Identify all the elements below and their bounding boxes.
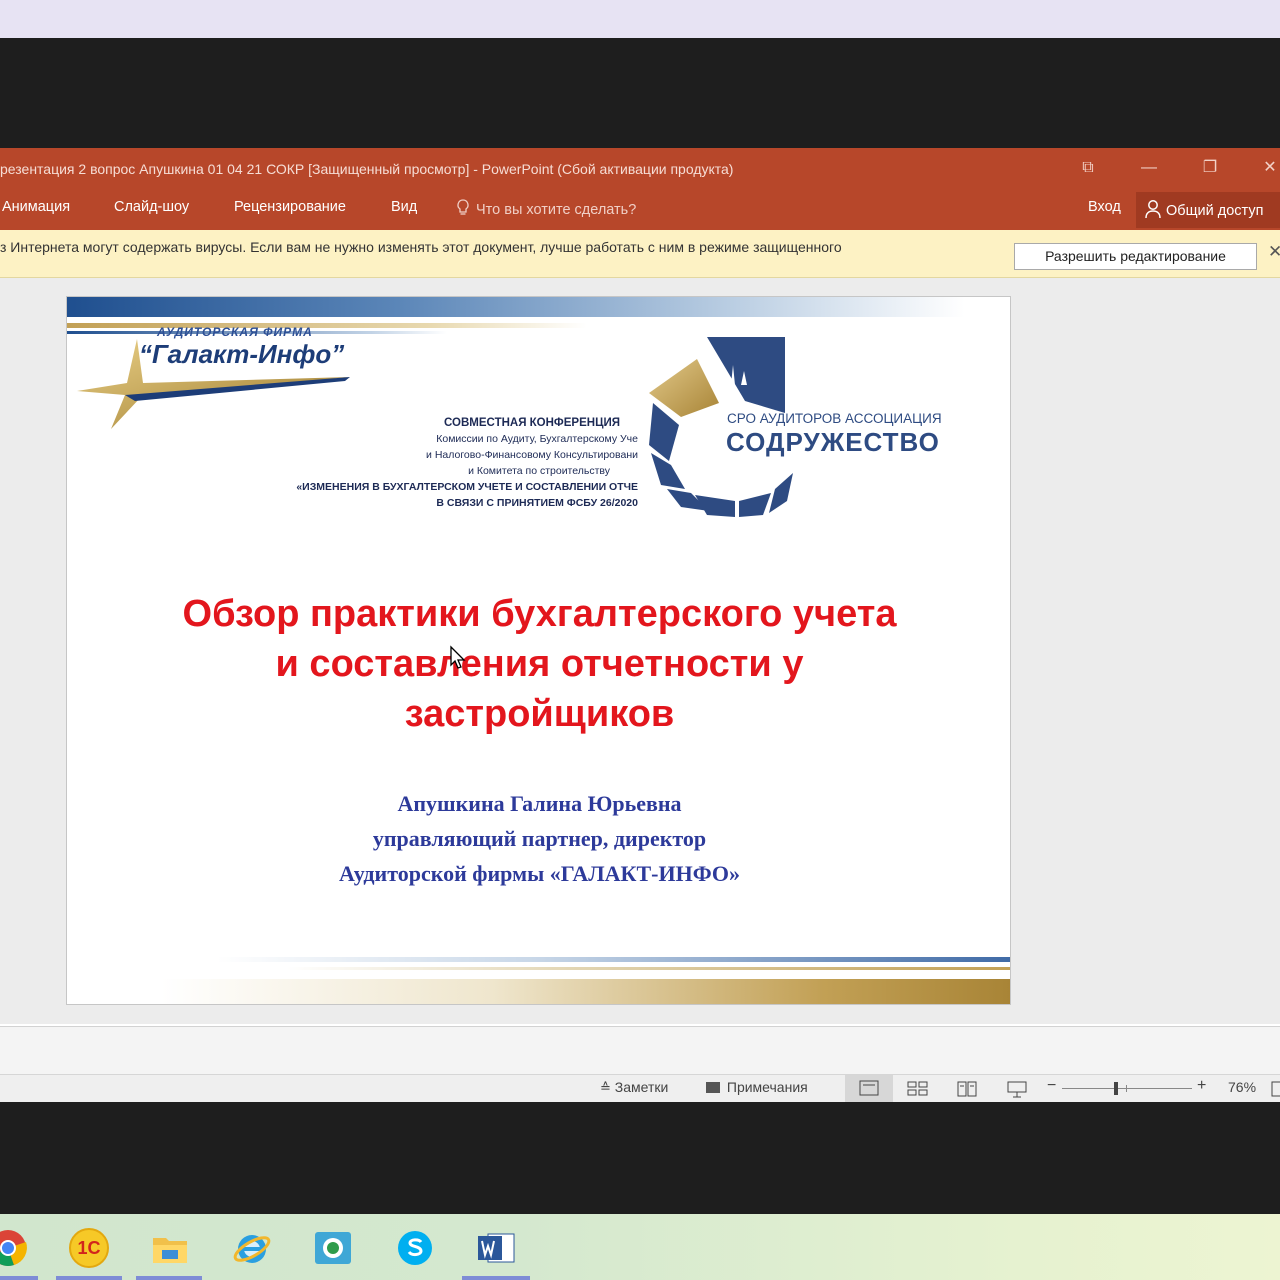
comment-icon — [706, 1082, 720, 1093]
slideshow-icon[interactable] — [1005, 1079, 1029, 1099]
minimize-button[interactable]: — — [1129, 154, 1169, 182]
zoom-slider[interactable] — [1062, 1082, 1192, 1095]
tell-me-placeholder: Что вы хотите сделать? — [476, 202, 637, 218]
share-label: Общий доступ — [1166, 203, 1264, 219]
tab-review[interactable]: Рецензирование — [234, 199, 346, 215]
word-icon[interactable] — [476, 1228, 516, 1268]
restore-button[interactable]: ❐ — [1190, 154, 1230, 182]
zoom-slider-thumb[interactable] — [1114, 1082, 1118, 1095]
slide-title-line-2: и составления отчетности у — [275, 643, 804, 685]
status-bar: ≙ Заметки Примечания − + 76% — [0, 1074, 1280, 1102]
window-title: резентация 2 вопрос Апушкина 01 04 21 СО… — [0, 161, 734, 177]
powerpoint-window: резентация 2 вопрос Апушкина 01 04 21 СО… — [0, 148, 1280, 1102]
comments-button[interactable]: Примечания — [706, 1079, 808, 1095]
lightbulb-icon — [457, 199, 469, 215]
galakt-caption: АУДИТОРСКАЯ ФИРМА — [157, 325, 313, 339]
protected-view-message: з Интернета могут содержать вирусы. Если… — [0, 239, 842, 255]
top-stripe-blue — [67, 297, 1010, 317]
conference-line-5: «ИЗМЕНЕНИЯ В БУХГАЛТЕРСКОМ УЧЕТЕ И СОСТА… — [296, 481, 638, 493]
person-icon — [1145, 200, 1161, 219]
chrome-icon[interactable] — [0, 1228, 28, 1268]
conference-line-2: Комиссии по Аудиту, Бухгалтерскому Уче — [436, 433, 638, 445]
bottom-stripe-light — [217, 957, 1010, 962]
author-name: Апушкина Галина Юрьевна — [397, 791, 682, 816]
sodruzhestvo-name: СОДРУЖЕСТВО — [726, 427, 940, 457]
tab-view[interactable]: Вид — [391, 199, 417, 215]
protected-view-bar: з Интернета могут содержать вирусы. Если… — [0, 230, 1280, 278]
galakt-info-logo: АУДИТОРСКАЯ ФИРМА “Галакт-Инфо” — [75, 321, 375, 436]
1c-icon[interactable]: 1С — [69, 1228, 109, 1268]
file-explorer-icon[interactable] — [150, 1228, 190, 1268]
notes-pane[interactable] — [0, 1026, 1280, 1074]
zoom-in-button[interactable]: + — [1197, 1077, 1206, 1095]
conference-line-1: СОВМЕСТНАЯ КОНФЕРЕНЦИЯ — [444, 417, 620, 429]
tell-me-box[interactable]: Что вы хотите сделать? — [456, 199, 636, 218]
letterbox-top — [0, 38, 1280, 148]
enable-editing-button[interactable]: Разрешить редактирование — [1014, 243, 1257, 270]
zoom-slider-center-tick — [1126, 1085, 1127, 1092]
internet-explorer-icon[interactable] — [232, 1228, 272, 1268]
title-bar: резентация 2 вопрос Апушкина 01 04 21 СО… — [0, 148, 1280, 190]
conference-line-3: и Налогово-Финансовому Консультировани — [426, 449, 638, 461]
bottom-stripe-gold — [67, 979, 1010, 1004]
slide-editor-area: АУДИТОРСКАЯ ФИРМА “Галакт-Инфо” СОВМЕСТН… — [0, 278, 1280, 1024]
mouse-cursor-icon — [450, 645, 466, 669]
tab-slideshow[interactable]: Слайд-шоу — [114, 199, 189, 215]
letterbox-bottom — [0, 1102, 1280, 1214]
tab-animation[interactable]: Анимация — [2, 199, 70, 215]
galakt-name: “Галакт-Инфо” — [139, 339, 345, 369]
bottom-stripe-gold-thin — [287, 967, 1010, 970]
normal-view-icon — [859, 1080, 879, 1096]
conference-line-6: В СВЯЗИ С ПРИНЯТИЕМ ФСБУ 26/2020 — [436, 497, 638, 509]
slide-sorter-icon[interactable] — [906, 1079, 930, 1099]
word-running-indicator — [462, 1276, 530, 1280]
close-message-icon[interactable]: ✕ — [1268, 242, 1280, 262]
close-button[interactable]: ✕ — [1250, 154, 1280, 182]
comments-label: Примечания — [726, 1079, 808, 1095]
ribbon-tabs: Анимация Слайд-шоу Рецензирование Вид Чт… — [0, 190, 1280, 230]
sodruzhestvo-subtitle: СРО АУДИТОРОВ АССОЦИАЦИЯ — [727, 411, 942, 426]
share-button[interactable]: Общий доступ — [1136, 192, 1280, 228]
fit-to-window-icon[interactable] — [1270, 1079, 1280, 1099]
taskbar: 1С — [0, 1214, 1280, 1280]
slide-title-line-3: застройщиков — [404, 693, 675, 735]
1c-running-indicator — [56, 1276, 122, 1280]
slide-title-line-1: Обзор практики бухгалтерского учета — [182, 593, 897, 635]
chrome-running-indicator — [0, 1276, 38, 1280]
slide[interactable]: АУДИТОРСКАЯ ФИРМА “Галакт-Инфо” СОВМЕСТН… — [66, 296, 1011, 1005]
notes-icon: ≙ — [600, 1080, 611, 1095]
zoom-level[interactable]: 76% — [1228, 1079, 1256, 1095]
author-company: Аудиторской фирмы «ГАЛАКТ-ИНФО» — [339, 861, 740, 886]
1c-label: 1С — [77, 1238, 101, 1258]
reading-view-icon[interactable] — [955, 1079, 979, 1099]
remote-app-icon[interactable] — [313, 1228, 353, 1268]
notes-label: Заметки — [614, 1079, 669, 1095]
top-strip — [0, 0, 1280, 38]
notes-button[interactable]: ≙ Заметки — [600, 1079, 668, 1096]
normal-view-button[interactable] — [845, 1075, 893, 1102]
author-position: управляющий партнер, директор — [372, 826, 707, 851]
sign-in-link[interactable]: Вход — [1088, 199, 1121, 215]
ribbon-display-options-icon[interactable]: ⧉ — [1068, 154, 1108, 182]
conference-line-4: и Комитета по строительству — [468, 465, 610, 477]
skype-icon[interactable] — [395, 1228, 435, 1268]
zoom-out-button[interactable]: − — [1047, 1077, 1056, 1095]
explorer-running-indicator — [136, 1276, 202, 1280]
